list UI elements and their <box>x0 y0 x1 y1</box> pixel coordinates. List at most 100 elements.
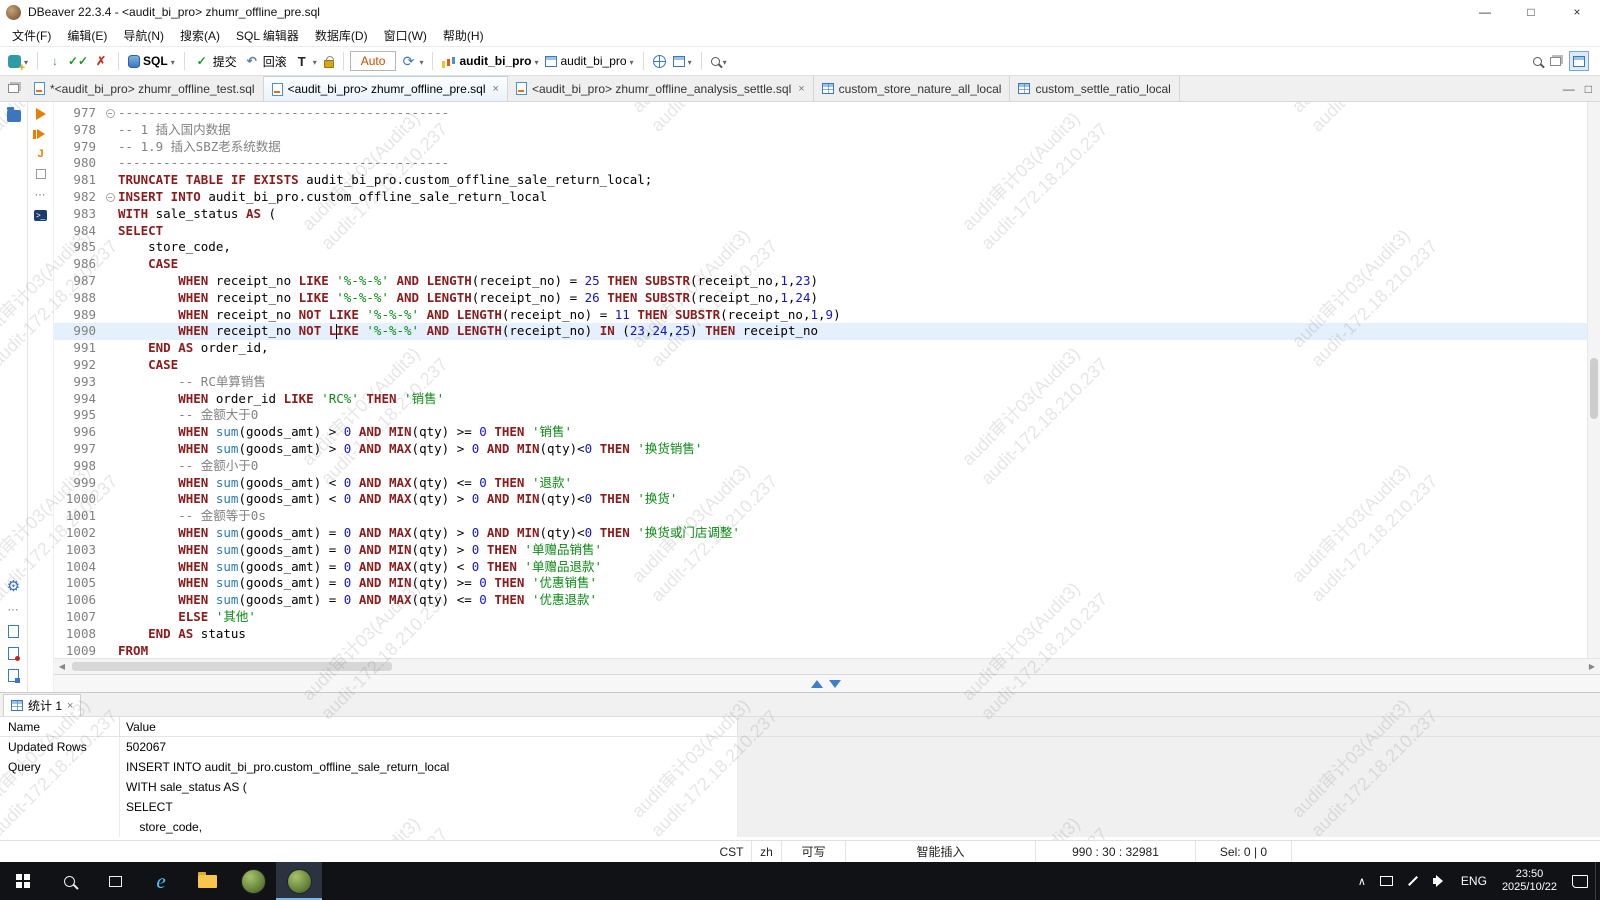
collapse-panel-down-icon[interactable] <box>829 680 841 688</box>
dbeaver-taskbar-button-active[interactable] <box>276 862 322 900</box>
quick-search-icon[interactable] <box>1533 57 1542 66</box>
code-line[interactable]: 986 CASE <box>54 256 1600 273</box>
code-line[interactable]: 994 WHEN order_id LIKE 'RC%' THEN '销售' <box>54 391 1600 408</box>
code-line[interactable]: 1003 WHEN sum(goods_amt) = 0 AND MIN(qty… <box>54 542 1600 559</box>
show-desktop-button[interactable] <box>1595 862 1600 900</box>
fold-marker-icon[interactable]: − <box>106 193 115 202</box>
sql-script-type-button[interactable]: SQL <box>125 52 178 70</box>
editor-tab[interactable]: custom_settle_ratio_local <box>1010 76 1179 101</box>
status-item[interactable]: 智能插入 <box>846 841 1036 862</box>
rollback-button[interactable]: ↶回滚 <box>241 51 290 72</box>
sync-button[interactable]: ↓ <box>44 51 66 71</box>
action-center-button[interactable] <box>1565 862 1595 900</box>
code-line[interactable]: 991 END AS order_id, <box>54 340 1600 357</box>
search-toolbar-button[interactable] <box>708 52 730 70</box>
menu-item[interactable]: 帮助(H) <box>435 25 492 46</box>
menu-item[interactable]: 导航(N) <box>115 25 172 46</box>
gear-icon[interactable]: ⚙ <box>7 579 20 594</box>
status-item[interactable]: zh <box>752 841 782 862</box>
task-view-button[interactable] <box>92 862 138 900</box>
explain-plan-icon[interactable] <box>36 169 46 179</box>
save-changes-button[interactable]: ✓✓ <box>67 51 89 71</box>
maximize-editor-icon[interactable]: □ <box>1585 82 1592 96</box>
status-item[interactable]: 可写 <box>782 841 846 862</box>
code-line[interactable]: 983WITH sale_status AS ( <box>54 206 1600 223</box>
table-row[interactable]: SELECT <box>0 797 1600 817</box>
execute-script-icon[interactable] <box>37 129 45 139</box>
editor-tab[interactable]: custom_store_nature_all_local <box>814 76 1011 101</box>
tab-close-icon[interactable]: × <box>493 83 499 95</box>
start-button[interactable] <box>0 862 46 900</box>
vertical-scrollbar-thumb[interactable] <box>1590 358 1598 419</box>
console-icon[interactable]: >_ <box>34 210 47 221</box>
status-item[interactable]: 990 : 30 : 32981 <box>1036 841 1196 862</box>
export-from-query-icon[interactable]: J <box>37 148 43 160</box>
schema-selector[interactable]: audit_bi_pro <box>542 52 636 70</box>
taskbar-search-button[interactable] <box>46 862 92 900</box>
commit-mode-select[interactable]: Auto <box>350 51 397 71</box>
code-line[interactable]: 995 -- 金额大于0 <box>54 407 1600 424</box>
editor-tab[interactable]: <audit_bi_pro> zhumr_offline_pre.sql× <box>264 76 508 101</box>
code-line[interactable]: 1005 WHEN sum(goods_amt) = 0 AND MIN(qty… <box>54 575 1600 592</box>
code-line[interactable]: 997 WHEN sum(goods_amt) > 0 AND MAX(qty)… <box>54 441 1600 458</box>
execute-statement-icon[interactable] <box>36 108 46 120</box>
table-row[interactable]: Updated Rows502067 <box>0 737 1600 757</box>
menu-item[interactable]: 数据库(D) <box>307 25 376 46</box>
code-area[interactable]: 977−------------------------------------… <box>54 102 1600 658</box>
code-line[interactable]: 1008 END AS status <box>54 626 1600 643</box>
layout-button[interactable] <box>670 52 695 70</box>
vertical-scrollbar[interactable] <box>1587 102 1600 658</box>
menu-item[interactable]: 窗口(W) <box>376 25 435 46</box>
table-row[interactable]: WITH sale_status AS ( <box>0 777 1600 797</box>
panel-sash[interactable] <box>54 674 1600 692</box>
open-perspective-icon[interactable] <box>1550 57 1561 66</box>
internet-explorer-button[interactable]: e <box>138 862 184 900</box>
file-explorer-button[interactable] <box>184 862 230 900</box>
column-header-value[interactable]: Value <box>120 717 738 736</box>
minimize-button[interactable]: — <box>1462 0 1508 24</box>
database-navigator-icon[interactable] <box>7 110 21 122</box>
scroll-left-icon[interactable] <box>54 662 70 671</box>
menu-item[interactable]: 搜索(A) <box>172 25 228 46</box>
code-line[interactable]: 996 WHEN sum(goods_amt) > 0 AND MIN(qty)… <box>54 424 1600 441</box>
document-icon[interactable] <box>8 625 19 638</box>
globe-button[interactable] <box>650 53 669 70</box>
dbeaver-perspective-button[interactable] <box>1569 51 1589 71</box>
minimize-editor-icon[interactable]: — <box>1563 82 1575 96</box>
code-line[interactable]: 977−------------------------------------… <box>54 105 1600 122</box>
transaction-log-button[interactable]: T <box>291 51 320 71</box>
stats-tab[interactable]: 统计 1 × <box>3 694 81 716</box>
table-row[interactable]: store_code, <box>0 817 1600 837</box>
discard-changes-button[interactable]: ✗ <box>90 51 112 71</box>
connection-selector[interactable]: audit_bi_pro <box>439 52 541 70</box>
code-line[interactable]: 1000 WHEN sum(goods_amt) < 0 AND MAX(qty… <box>54 491 1600 508</box>
code-line[interactable]: 989 WHEN receipt_no NOT LIKE '%-%-%' AND… <box>54 307 1600 324</box>
code-line[interactable]: 998 -- 金额小于0 <box>54 458 1600 475</box>
code-line[interactable]: 992 CASE <box>54 357 1600 374</box>
code-line[interactable]: 988 WHEN receipt_no LIKE '%-%-%' AND LEN… <box>54 290 1600 307</box>
code-line[interactable]: 985 store_code, <box>54 239 1600 256</box>
menu-item[interactable]: SQL 编辑器 <box>228 25 307 46</box>
tab-close-icon[interactable]: × <box>67 700 73 712</box>
code-line[interactable]: 980-------------------------------------… <box>54 155 1600 172</box>
editor-list-button[interactable] <box>0 76 26 101</box>
horizontal-scrollbar[interactable] <box>54 658 1600 674</box>
tray-display-button[interactable] <box>1373 862 1400 900</box>
document-error-icon[interactable] <box>8 647 19 660</box>
tray-volume-button[interactable] <box>1426 862 1454 900</box>
lock-button[interactable] <box>321 53 337 70</box>
horizontal-scrollbar-thumb[interactable] <box>72 662 392 671</box>
editor-tab[interactable]: *<audit_bi_pro> zhumr_offline_test.sql <box>26 76 264 101</box>
status-item[interactable]: Sel: 0 | 0 <box>1196 841 1292 862</box>
more-views-icon[interactable]: ⋯ <box>7 603 19 616</box>
status-item[interactable]: CST <box>712 841 752 862</box>
column-header-name[interactable]: Name <box>0 717 120 736</box>
scroll-right-icon[interactable] <box>1584 662 1600 671</box>
more-actions-icon[interactable]: ⋯ <box>35 188 47 201</box>
table-row[interactable]: QueryINSERT INTO audit_bi_pro.custom_off… <box>0 757 1600 777</box>
refresh-schedule-button[interactable] <box>397 51 426 71</box>
code-line[interactable]: 978-- 1 插入国内数据 <box>54 122 1600 139</box>
code-line[interactable]: 981TRUNCATE TABLE IF EXISTS audit_bi_pro… <box>54 172 1600 189</box>
restore-panel-up-icon[interactable] <box>811 680 823 688</box>
code-line[interactable]: 1006 WHEN sum(goods_amt) = 0 AND MAX(qty… <box>54 592 1600 609</box>
